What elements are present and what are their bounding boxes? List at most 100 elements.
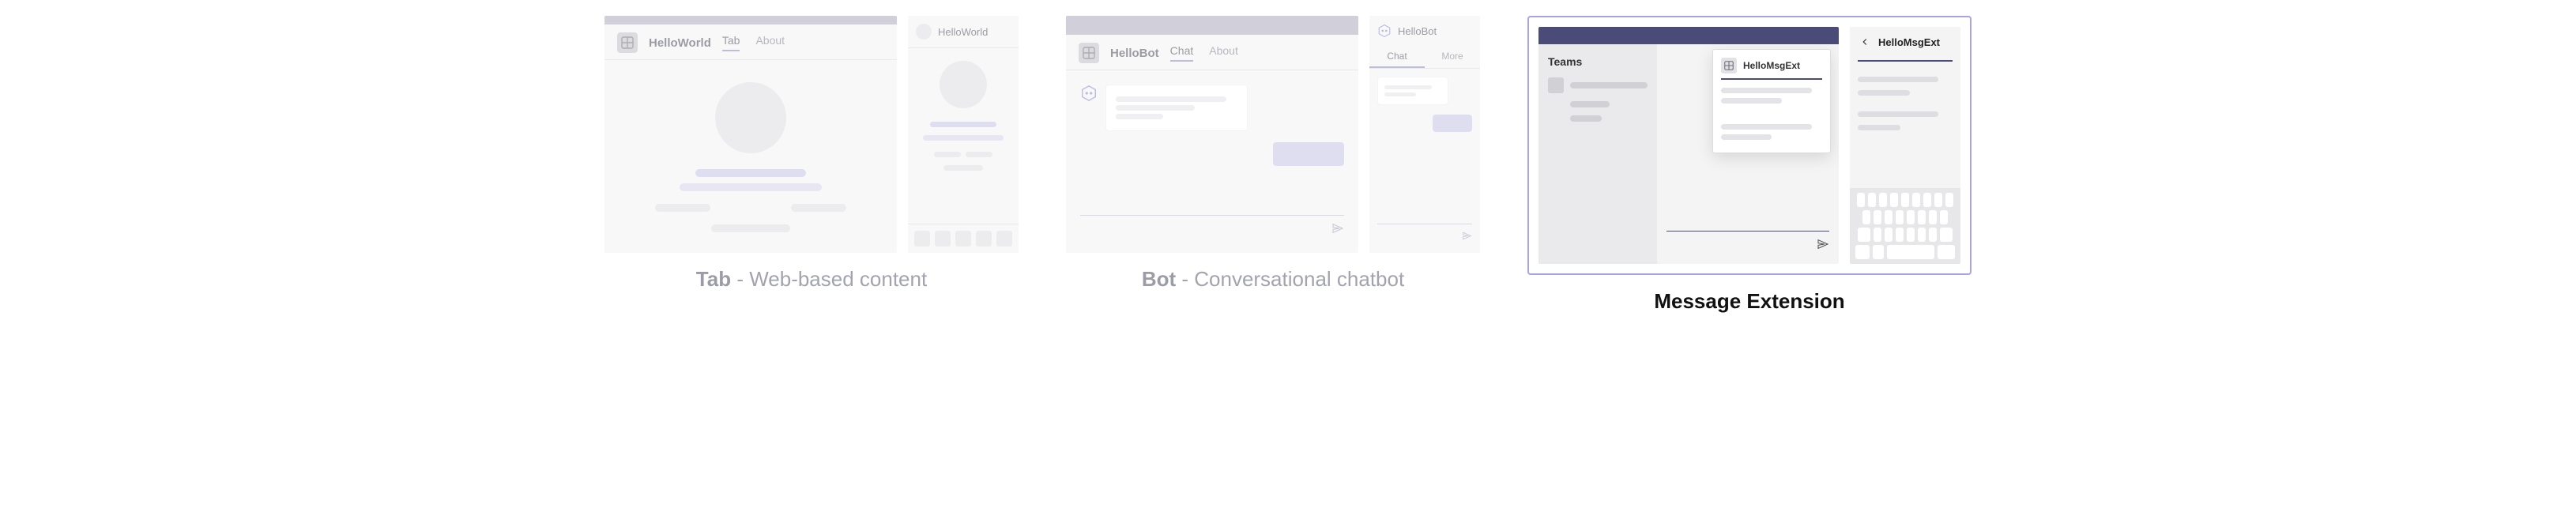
- result-placeholder[interactable]: [1721, 134, 1772, 140]
- bot-mobile-window: HelloBot Chat More: [1369, 16, 1480, 253]
- key[interactable]: [1918, 228, 1926, 242]
- sidebar-subitem[interactable]: [1570, 115, 1648, 122]
- bot-message-bubble: [1105, 85, 1248, 131]
- key[interactable]: [1945, 193, 1953, 207]
- avatar-placeholder: [715, 82, 786, 153]
- bot-message-bubble: [1377, 77, 1448, 105]
- send-icon[interactable]: [1331, 222, 1344, 239]
- compose-box[interactable]: [1377, 224, 1472, 245]
- mobile-title: HelloBot: [1398, 25, 1437, 37]
- key[interactable]: [1938, 245, 1955, 259]
- panel-tab: HelloWorld Tab About Hello: [604, 16, 1019, 292]
- window-titlebar: [1066, 16, 1358, 35]
- tab-about[interactable]: About: [755, 34, 785, 51]
- caption-strong: Tab: [696, 267, 731, 291]
- tab-strip: Tab About: [722, 34, 785, 51]
- tab-tab[interactable]: Tab: [722, 34, 740, 51]
- key[interactable]: [1896, 228, 1904, 242]
- key[interactable]: [1855, 245, 1870, 259]
- key[interactable]: [1868, 193, 1876, 207]
- key[interactable]: [1923, 193, 1931, 207]
- mobile-header: HelloWorld: [908, 16, 1019, 47]
- mobile-tab-chat[interactable]: Chat: [1369, 46, 1425, 68]
- back-icon[interactable]: [1858, 35, 1872, 49]
- text-placeholder: [1570, 115, 1602, 122]
- nav-item[interactable]: [955, 231, 971, 247]
- tab-desktop-window: HelloWorld Tab About: [604, 16, 897, 253]
- app-title: HelloBot: [1110, 47, 1159, 60]
- app-header: HelloWorld Tab About: [604, 24, 897, 60]
- sidebar-subitem[interactable]: [1570, 101, 1648, 107]
- key[interactable]: [1918, 210, 1926, 224]
- avatar-icon: [916, 24, 932, 40]
- text-placeholder: [1570, 82, 1648, 88]
- key[interactable]: [1879, 193, 1887, 207]
- mext-popover: HelloMsgExt: [1712, 49, 1831, 153]
- tab-about[interactable]: About: [1209, 44, 1238, 62]
- key[interactable]: [1940, 210, 1948, 224]
- key[interactable]: [1857, 193, 1865, 207]
- result-placeholder[interactable]: [1721, 124, 1812, 130]
- panel-message-extension: Teams: [1527, 16, 1972, 314]
- key[interactable]: [1901, 193, 1909, 207]
- key[interactable]: [1907, 228, 1915, 242]
- caption-tab: Tab - Web-based content: [696, 267, 927, 292]
- result-placeholder[interactable]: [1721, 98, 1782, 104]
- send-icon[interactable]: [1817, 238, 1829, 254]
- text-placeholder: [1570, 101, 1610, 107]
- key[interactable]: [1874, 210, 1881, 224]
- compose-box[interactable]: [1080, 215, 1344, 239]
- highlight-frame: Teams: [1527, 16, 1972, 275]
- compose-box[interactable]: [1666, 231, 1829, 254]
- heading-placeholder: [930, 122, 996, 127]
- text-placeholder: [966, 152, 992, 157]
- mobile-title: HelloMsgExt: [1878, 36, 1940, 48]
- mobile-tab-more[interactable]: More: [1425, 46, 1480, 68]
- key[interactable]: [1929, 228, 1937, 242]
- key[interactable]: [1912, 193, 1920, 207]
- key[interactable]: [1940, 228, 1953, 242]
- user-message-bubble: [1433, 115, 1472, 132]
- tab-mobile-window: HelloWorld: [908, 16, 1019, 253]
- text-placeholder: [1116, 114, 1163, 119]
- result-placeholder[interactable]: [1858, 111, 1938, 117]
- nav-item[interactable]: [935, 231, 951, 247]
- caption-strong: Bot: [1142, 267, 1176, 291]
- key[interactable]: [1890, 193, 1898, 207]
- text-row: [619, 198, 883, 218]
- key-space[interactable]: [1887, 245, 1934, 259]
- key[interactable]: [1885, 210, 1892, 224]
- key[interactable]: [1934, 193, 1942, 207]
- subheading-placeholder: [680, 183, 822, 191]
- key[interactable]: [1929, 210, 1937, 224]
- key[interactable]: [1862, 210, 1870, 224]
- nav-item[interactable]: [996, 231, 1012, 247]
- send-icon[interactable]: [1462, 231, 1472, 245]
- text-placeholder: [711, 224, 790, 232]
- result-placeholder[interactable]: [1858, 77, 1938, 82]
- key[interactable]: [1896, 210, 1904, 224]
- text-placeholder: [943, 165, 983, 171]
- result-placeholder[interactable]: [1858, 125, 1900, 130]
- mobile-title: HelloWorld: [938, 26, 988, 38]
- nav-item[interactable]: [976, 231, 992, 247]
- caption-strong: Message Extension: [1654, 289, 1844, 313]
- result-placeholder[interactable]: [1858, 90, 1910, 96]
- nav-item[interactable]: [914, 231, 930, 247]
- user-reply-row: [1080, 142, 1344, 166]
- tab-chat[interactable]: Chat: [1170, 44, 1194, 62]
- key[interactable]: [1885, 228, 1892, 242]
- key[interactable]: [1907, 210, 1915, 224]
- text-placeholder: [1116, 96, 1226, 102]
- bot-hex-icon: [1080, 85, 1098, 102]
- key[interactable]: [1873, 245, 1884, 259]
- text-placeholder: [923, 135, 1004, 141]
- key[interactable]: [1874, 228, 1881, 242]
- sidebar-item[interactable]: [1548, 77, 1648, 93]
- caption-mext: Message Extension: [1654, 289, 1844, 314]
- result-placeholder[interactable]: [1721, 88, 1812, 93]
- text-placeholder: [791, 204, 846, 212]
- caption-rest: - Conversational chatbot: [1176, 267, 1404, 291]
- mobile-header: HelloMsgExt: [1850, 27, 1960, 57]
- key[interactable]: [1858, 228, 1870, 242]
